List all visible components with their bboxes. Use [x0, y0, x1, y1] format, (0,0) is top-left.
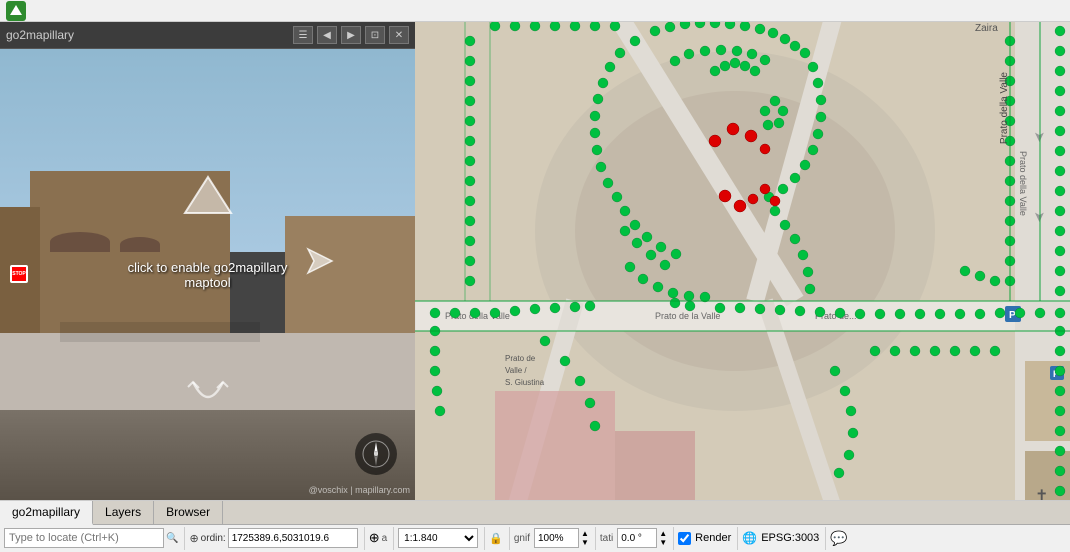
tab-go2mapillary-label: go2mapillary — [12, 505, 80, 519]
messages-item[interactable]: 💬 — [830, 527, 853, 550]
qgis-logo-icon — [6, 1, 26, 21]
svg-text:S. Giustina: S. Giustina — [505, 378, 545, 387]
svg-text:P: P — [1009, 310, 1016, 321]
main-content: go2mapillary ☰ ◀ ▶ ⊡ ✕ — [0, 22, 1070, 500]
rotation-spin[interactable]: ▲▼ — [659, 529, 667, 547]
lock-icon: 🔒 — [489, 532, 503, 545]
cursor-item: ⊕ a — [369, 527, 394, 550]
svg-text:✝: ✝ — [1035, 488, 1048, 500]
bottom-bar: go2mapillary Layers Browser 🔍 ⊕ ordin: — [0, 500, 1070, 552]
tab-browser-label: Browser — [166, 505, 210, 519]
compass-widget[interactable] — [355, 433, 397, 475]
map-canvas[interactable]: Prato della Valle Prato de la Valle Prat… — [415, 22, 1070, 500]
render-checkbox[interactable] — [678, 532, 691, 545]
coordinates-input[interactable] — [228, 528, 358, 548]
nav-right-arrow[interactable] — [300, 241, 340, 289]
render-label: Render — [695, 532, 731, 544]
tati-label: tati — [600, 533, 613, 544]
svg-text:Prato de la Valle: Prato de la Valle — [655, 311, 720, 321]
road-label-prato: Prato della Valle — [999, 72, 1010, 144]
panel-controls: ☰ ◀ ▶ ⊡ ✕ — [293, 26, 409, 44]
close-button[interactable]: ✕ — [389, 26, 409, 44]
svg-text:Prato della Valle: Prato della Valle — [1018, 151, 1028, 216]
messages-icon: 💬 — [830, 530, 847, 547]
search-item: 🔍 — [4, 527, 185, 550]
epsg-item[interactable]: 🌐 EPSG:3003 — [742, 527, 826, 550]
tab-row: go2mapillary Layers Browser — [0, 501, 1070, 525]
qgis-toolbar — [0, 0, 1070, 22]
tab-layers-label: Layers — [105, 505, 141, 519]
zoom-spin-up[interactable]: ▲▼ — [581, 529, 589, 547]
coordinates-label: ordin: — [201, 533, 226, 544]
building-detail — [50, 232, 110, 252]
nav-up-arrow[interactable] — [183, 175, 233, 225]
coordinate-icon: ⊕ — [189, 532, 198, 545]
nav-down-arrow[interactable] — [183, 377, 233, 420]
zoom-input[interactable] — [534, 528, 579, 548]
search-input[interactable] — [4, 528, 164, 548]
cursor-icon: ⊕ — [369, 530, 380, 546]
gnif-label: gnif — [514, 533, 530, 544]
figures — [60, 322, 260, 342]
scale-item: 1:1.840 — [398, 527, 485, 550]
stop-sign-icon: STOP — [10, 265, 28, 283]
lock-item[interactable]: 🔒 — [489, 527, 510, 550]
render-item: Render — [678, 527, 738, 550]
panel-header: go2mapillary ☰ ◀ ▶ ⊡ ✕ — [0, 22, 415, 49]
tab-go2mapillary[interactable]: go2mapillary — [0, 501, 93, 525]
prev-button[interactable]: ◀ — [317, 26, 337, 44]
next-button[interactable]: ▶ — [341, 26, 361, 44]
epsg-label: EPSG:3003 — [761, 532, 819, 544]
mapillary-attribution: @voschix | mapillary.com — [309, 485, 410, 495]
svg-text:Valle /: Valle / — [505, 366, 527, 375]
menu-button[interactable]: ☰ — [293, 26, 313, 44]
scale-select[interactable]: 1:1.840 — [398, 528, 478, 548]
status-bar: 🔍 ⊕ ordin: ⊕ a 1:1.840 🔒 — [0, 525, 1070, 552]
streetview-viewer[interactable]: STOP click to enable go2mapillary maptoo… — [0, 49, 415, 500]
rotation-input[interactable] — [617, 528, 657, 548]
panel-title: go2mapillary — [6, 28, 74, 42]
go2mapillary-panel: go2mapillary ☰ ◀ ▶ ⊡ ✕ — [0, 22, 415, 500]
rotation-item: tati ▲▼ — [600, 527, 674, 550]
svg-text:Prato de: Prato de — [505, 354, 536, 363]
epsg-icon: 🌐 — [742, 531, 757, 545]
zoom-item: gnif ▲▼ — [514, 527, 596, 550]
scale-prefix: a — [382, 533, 388, 544]
app: go2mapillary ☰ ◀ ▶ ⊡ ✕ — [0, 0, 1070, 552]
map-svg: Prato della Valle Prato de la Valle Prat… — [415, 22, 1070, 500]
tab-browser[interactable]: Browser — [154, 501, 223, 524]
building-detail2 — [120, 237, 160, 252]
expand-button[interactable]: ⊡ — [365, 26, 385, 44]
svg-text:Zaira: Zaira — [975, 23, 998, 34]
tab-layers[interactable]: Layers — [93, 501, 154, 524]
search-icon: 🔍 — [166, 533, 178, 544]
coordinates-item: ⊕ ordin: — [189, 527, 364, 550]
